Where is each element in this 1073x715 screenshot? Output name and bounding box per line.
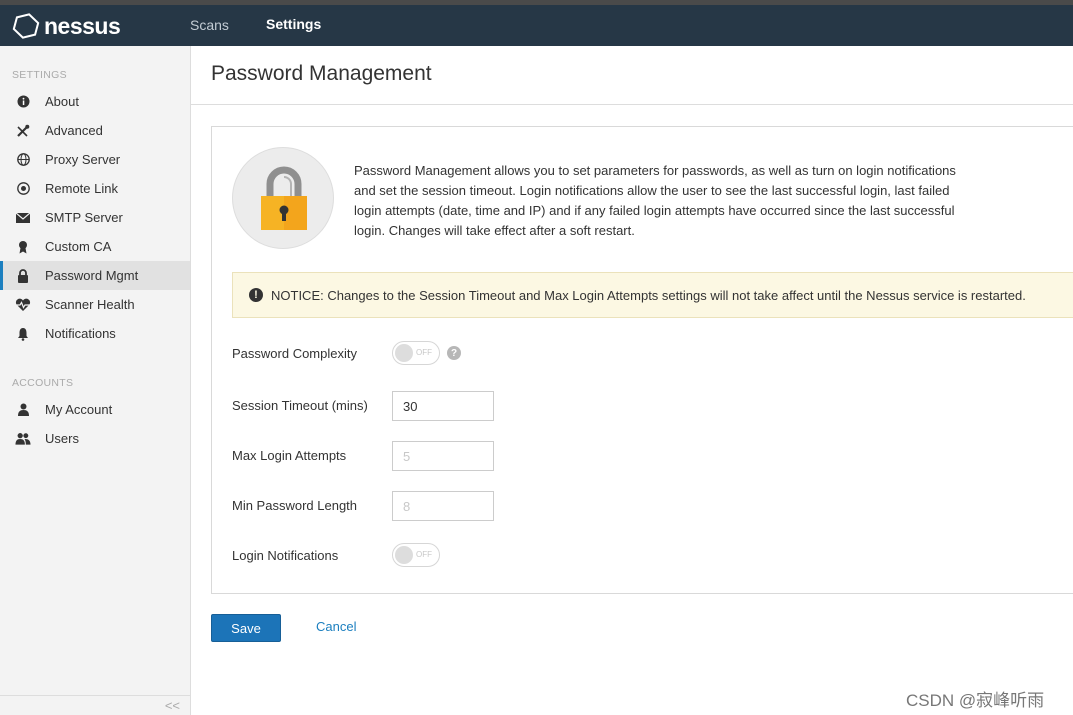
nav-scans[interactable]: Scans [190, 17, 229, 33]
exclamation-icon: ! [249, 288, 263, 302]
sidebar-item-label: SMTP Server [45, 210, 123, 225]
sidebar-item-label: Password Mgmt [45, 268, 139, 283]
login-notifications-toggle[interactable]: OFF [392, 543, 440, 567]
password-complexity-label: Password Complexity [232, 346, 357, 361]
password-complexity-toggle[interactable]: OFF [392, 341, 440, 365]
logo-text: nessus [44, 12, 121, 39]
lock-illustration [232, 147, 334, 249]
sidebar-item-my-account[interactable]: My Account [0, 395, 190, 424]
globe-icon [15, 152, 31, 168]
settings-sidebar: SETTINGS About Advanced Proxy Server Rem… [0, 46, 191, 715]
sidebar-item-label: Custom CA [45, 239, 112, 254]
padlock-icon [261, 166, 307, 230]
top-navigation-bar: nessus Scans Settings [0, 5, 1073, 46]
save-button[interactable]: Save [211, 614, 281, 642]
nav-settings[interactable]: Settings [266, 16, 321, 32]
page-title: Password Management [211, 62, 432, 85]
info-icon [15, 94, 31, 110]
sidebar-item-advanced[interactable]: Advanced [0, 116, 190, 145]
toggle-knob [395, 546, 413, 564]
remote-link-icon [15, 181, 31, 197]
sidebar-item-password-mgmt[interactable]: Password Mgmt [0, 261, 190, 290]
notice-text: NOTICE: Changes to the Session Timeout a… [271, 287, 1026, 303]
certificate-icon [15, 239, 31, 255]
sidebar-item-users[interactable]: Users [0, 424, 190, 453]
sidebar-item-label: My Account [45, 402, 113, 417]
settings-heading: SETTINGS [12, 69, 67, 81]
min-password-length-label: Min Password Length [232, 498, 358, 513]
min-password-length-input[interactable] [392, 491, 494, 521]
lock-icon [15, 268, 31, 284]
toggle-state: OFF [416, 348, 432, 357]
watermark-text: CSDN @寂峰听雨 [906, 691, 1045, 710]
sidebar-item-remote-link[interactable]: Remote Link [0, 174, 190, 203]
max-login-attempts-input[interactable] [392, 441, 494, 471]
tools-icon [15, 123, 31, 139]
max-login-attempts-label: Max Login Attempts [232, 448, 347, 463]
toggle-knob [395, 344, 413, 362]
sidebar-item-label: Proxy Server [45, 152, 121, 167]
session-timeout-label: Session Timeout (mins) [232, 398, 368, 413]
sidebar-item-notifications[interactable]: Notifications [0, 319, 190, 348]
accounts-heading: ACCOUNTS [12, 377, 74, 389]
sidebar-item-smtp-server[interactable]: SMTP Server [0, 203, 190, 232]
bell-icon [15, 326, 31, 342]
sidebar-item-about[interactable]: About [0, 87, 190, 116]
sidebar-footer: << [0, 695, 190, 715]
cancel-link[interactable]: Cancel [316, 619, 356, 634]
hexagon-logo-icon [12, 13, 40, 39]
users-icon [15, 431, 31, 447]
sidebar-item-label: Advanced [45, 123, 103, 138]
sidebar-item-custom-ca[interactable]: Custom CA [0, 232, 190, 261]
envelope-icon [15, 210, 31, 226]
nessus-logo[interactable]: nessus [12, 12, 121, 40]
help-icon[interactable]: ? [447, 346, 461, 360]
collapse-sidebar-icon[interactable]: << [165, 698, 180, 713]
intro-description: Password Management allows you to set pa… [354, 163, 956, 238]
user-icon [15, 402, 31, 418]
sidebar-item-label: Notifications [45, 326, 116, 341]
heartbeat-icon [15, 297, 31, 313]
restart-notice: ! NOTICE: Changes to the Session Timeout… [232, 272, 1073, 318]
login-notifications-label: Login Notifications [232, 548, 339, 563]
sidebar-item-label: Users [45, 431, 79, 446]
sidebar-item-proxy-server[interactable]: Proxy Server [0, 145, 190, 174]
toggle-state: OFF [416, 550, 432, 559]
sidebar-item-scanner-health[interactable]: Scanner Health [0, 290, 190, 319]
title-divider [191, 104, 1073, 105]
session-timeout-input[interactable] [392, 391, 494, 421]
sidebar-item-label: Scanner Health [45, 297, 135, 312]
sidebar-item-label: About [45, 94, 79, 109]
sidebar-item-label: Remote Link [45, 181, 118, 196]
